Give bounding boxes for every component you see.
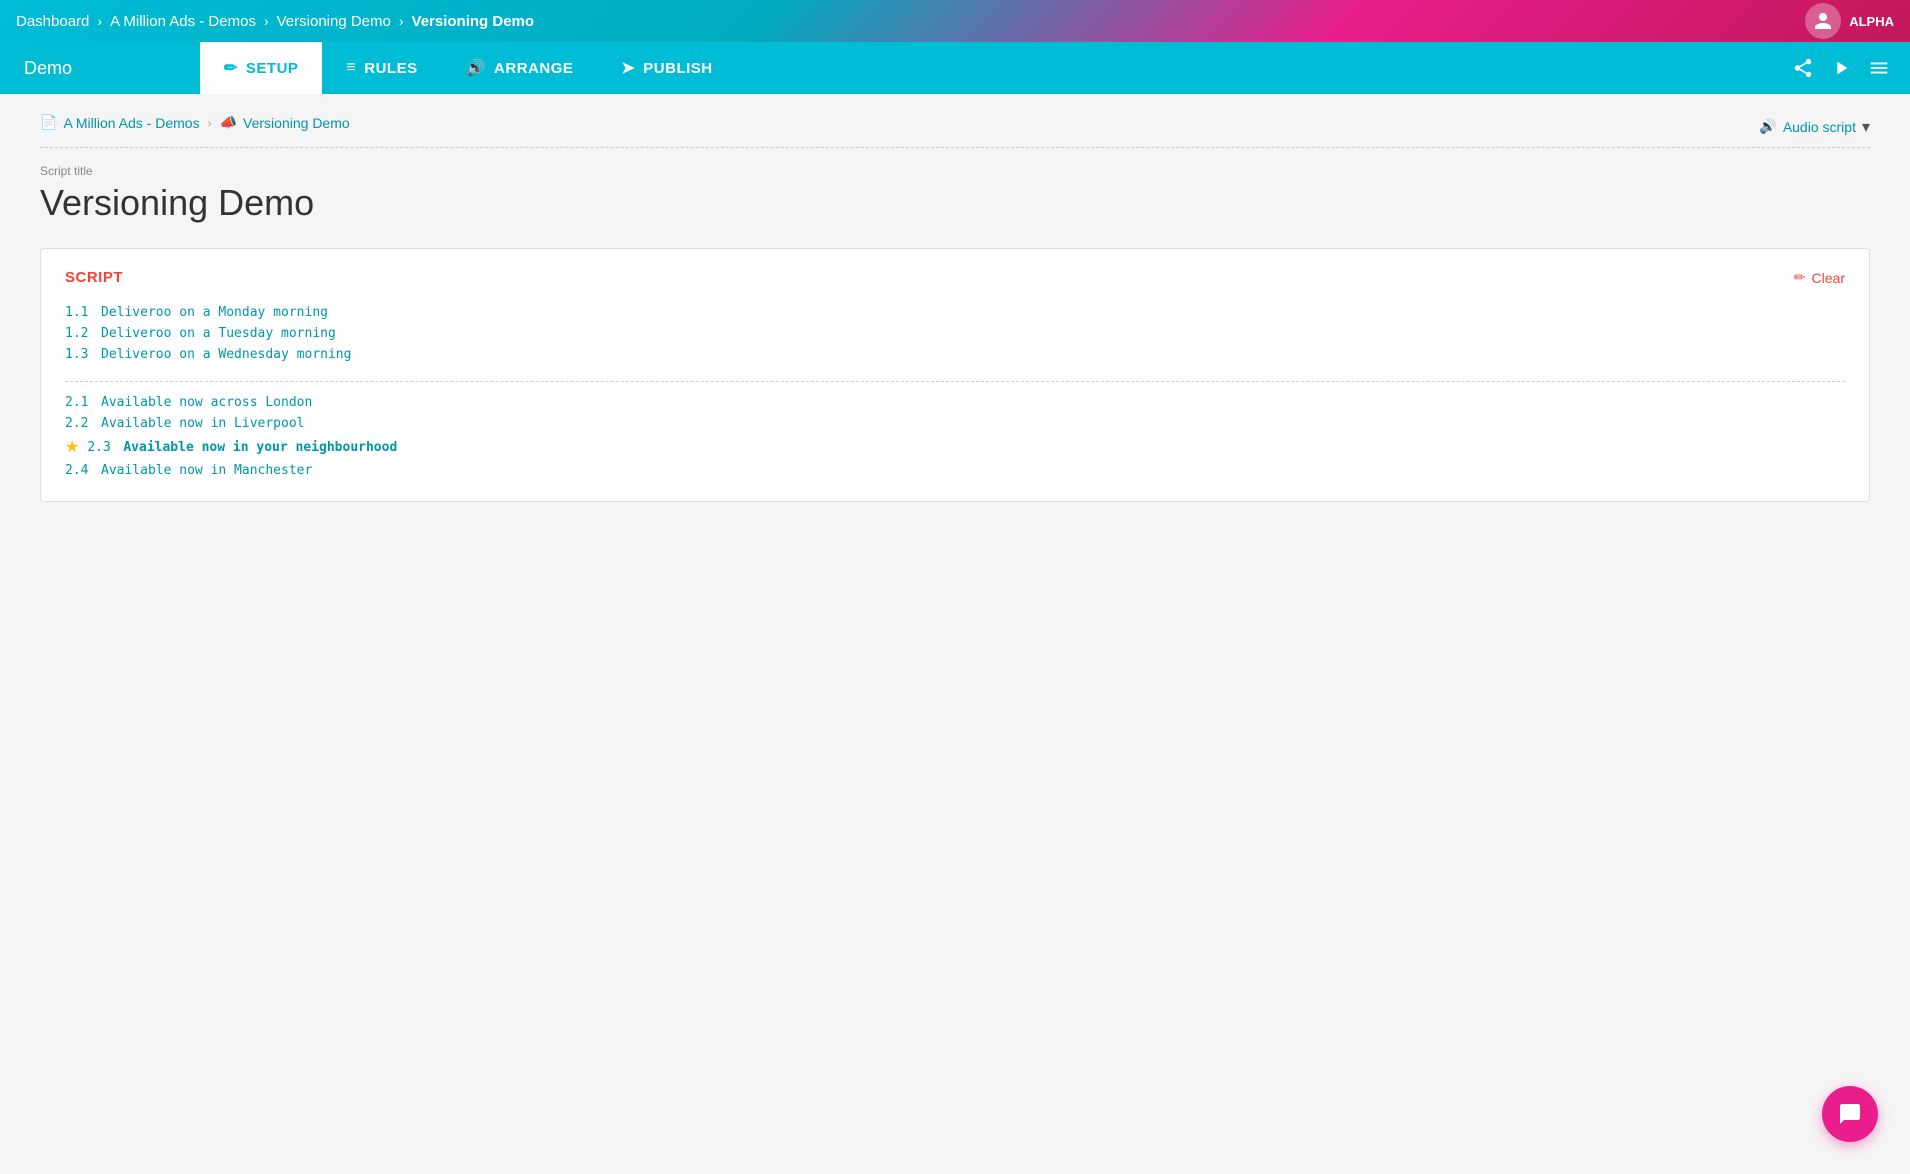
nav-right-icons bbox=[1772, 57, 1910, 79]
breadcrumb-items: Dashboard › A Million Ads - Demos › Vers… bbox=[16, 13, 1805, 30]
item-text-2-1: Available now across London bbox=[101, 395, 312, 410]
breadcrumb-sep-3: › bbox=[399, 13, 404, 29]
item-number-1-2: 1.2 bbox=[65, 326, 89, 341]
nav-tabs: ✏ SETUP ≡ RULES 🔊 ARRANGE ➤ PUBLISH bbox=[200, 42, 1772, 94]
item-number-1-1: 1.1 bbox=[65, 305, 89, 320]
item-number-2-2: 2.2 bbox=[65, 416, 89, 431]
script-item-2-2[interactable]: 2.2 Available now in Liverpool bbox=[65, 413, 1845, 434]
nav-bar: Demo ✏ SETUP ≡ RULES 🔊 ARRANGE ➤ PUBLISH bbox=[0, 42, 1910, 94]
tab-setup-label: SETUP bbox=[246, 60, 299, 77]
content-crumb-parent[interactable]: 📄 A Million Ads - Demos bbox=[40, 114, 200, 131]
main-content: 📄 A Million Ads - Demos › 📣 Versioning D… bbox=[0, 94, 1910, 1174]
audio-script-toggle[interactable]: 🔊 Audio script ▾ bbox=[1759, 117, 1870, 137]
script-item-2-3[interactable]: ★ 2.3 Available now in your neighbourhoo… bbox=[65, 434, 1845, 460]
arrange-icon: 🔊 bbox=[466, 58, 486, 78]
tab-arrange-label: ARRANGE bbox=[494, 60, 573, 77]
fab-button[interactable] bbox=[1822, 1086, 1878, 1142]
script-section: Script ✏ Clear 1.1 Deliveroo on a Monday… bbox=[40, 248, 1870, 502]
item-number-2-1: 2.1 bbox=[65, 395, 89, 410]
tab-publish-label: PUBLISH bbox=[643, 60, 712, 77]
menu-button[interactable] bbox=[1868, 57, 1890, 79]
speaker-icon: 🔊 bbox=[1759, 118, 1776, 135]
content-breadcrumb: 📄 A Million Ads - Demos › 📣 Versioning D… bbox=[40, 114, 350, 131]
breadcrumb-versioning-demo-1[interactable]: Versioning Demo bbox=[277, 13, 391, 30]
demo-label: Demo bbox=[0, 58, 200, 79]
script-group-1: 1.1 Deliveroo on a Monday morning 1.2 De… bbox=[65, 302, 1845, 365]
item-text-1-1: Deliveroo on a Monday morning bbox=[101, 305, 328, 320]
item-text-2-4: Available now in Manchester bbox=[101, 463, 312, 478]
script-item-1-2[interactable]: 1.2 Deliveroo on a Tuesday morning bbox=[65, 323, 1845, 344]
item-number-1-3: 1.3 bbox=[65, 347, 89, 362]
script-title-label: Script title bbox=[40, 164, 1870, 178]
script-item-1-3[interactable]: 1.3 Deliveroo on a Wednesday morning bbox=[65, 344, 1845, 365]
breadcrumb-sep-1: › bbox=[97, 13, 102, 29]
setup-icon: ✏ bbox=[224, 58, 238, 78]
alpha-badge: ALPHA bbox=[1849, 14, 1894, 29]
script-section-label: Script bbox=[65, 269, 123, 286]
tab-publish[interactable]: ➤ PUBLISH bbox=[597, 42, 736, 94]
breadcrumb-million-ads[interactable]: A Million Ads - Demos bbox=[110, 13, 256, 30]
script-item-2-1[interactable]: 2.1 Available now across London bbox=[65, 392, 1845, 413]
page-icon: 📄 bbox=[40, 114, 57, 131]
breadcrumb-sep-2: › bbox=[264, 13, 269, 29]
content-top-row: 📄 A Million Ads - Demos › 📣 Versioning D… bbox=[40, 114, 1870, 139]
item-text-1-2: Deliveroo on a Tuesday morning bbox=[101, 326, 336, 341]
script-item-2-4[interactable]: 2.4 Available now in Manchester bbox=[65, 460, 1845, 481]
tab-arrange[interactable]: 🔊 ARRANGE bbox=[442, 42, 598, 94]
breadcrumb-versioning-demo-2: Versioning Demo bbox=[412, 13, 535, 30]
play-button[interactable] bbox=[1830, 57, 1852, 79]
clear-button[interactable]: ✏ Clear bbox=[1794, 269, 1845, 286]
tab-rules-label: RULES bbox=[364, 60, 417, 77]
star-icon-2-3: ★ bbox=[65, 437, 79, 457]
tab-rules[interactable]: ≡ RULES bbox=[322, 42, 441, 94]
content-crumb-current-label: Versioning Demo bbox=[243, 115, 350, 131]
content-crumb-current[interactable]: 📣 Versioning Demo bbox=[220, 114, 350, 131]
script-title: Versioning Demo bbox=[40, 182, 1870, 224]
clear-label: Clear bbox=[1812, 270, 1845, 286]
item-text-2-3: Available now in your neighbourhood bbox=[123, 440, 397, 455]
content-crumb-parent-label: A Million Ads - Demos bbox=[63, 115, 199, 131]
breadcrumb-bar: Dashboard › A Million Ads - Demos › Vers… bbox=[0, 0, 1910, 42]
item-text-2-2: Available now in Liverpool bbox=[101, 416, 305, 431]
breadcrumb-dashboard[interactable]: Dashboard bbox=[16, 13, 89, 30]
share-button[interactable] bbox=[1792, 57, 1814, 79]
rules-icon: ≡ bbox=[346, 59, 356, 77]
script-item-1-1[interactable]: 1.1 Deliveroo on a Monday morning bbox=[65, 302, 1845, 323]
group-divider bbox=[65, 381, 1845, 382]
item-number-2-3: 2.3 bbox=[87, 440, 111, 455]
megaphone-icon: 📣 bbox=[220, 114, 237, 131]
user-avatar[interactable] bbox=[1805, 3, 1841, 39]
tab-setup[interactable]: ✏ SETUP bbox=[200, 42, 322, 94]
chevron-down-icon: ▾ bbox=[1862, 117, 1870, 137]
pencil-icon: ✏ bbox=[1794, 269, 1806, 286]
top-divider bbox=[40, 147, 1870, 148]
script-header: Script ✏ Clear bbox=[65, 269, 1845, 286]
audio-script-label: Audio script bbox=[1783, 119, 1856, 135]
item-text-1-3: Deliveroo on a Wednesday morning bbox=[101, 347, 351, 362]
content-crumb-sep: › bbox=[208, 116, 212, 130]
publish-icon: ➤ bbox=[621, 58, 635, 78]
script-group-2: 2.1 Available now across London 2.2 Avai… bbox=[65, 392, 1845, 481]
item-number-2-4: 2.4 bbox=[65, 463, 89, 478]
